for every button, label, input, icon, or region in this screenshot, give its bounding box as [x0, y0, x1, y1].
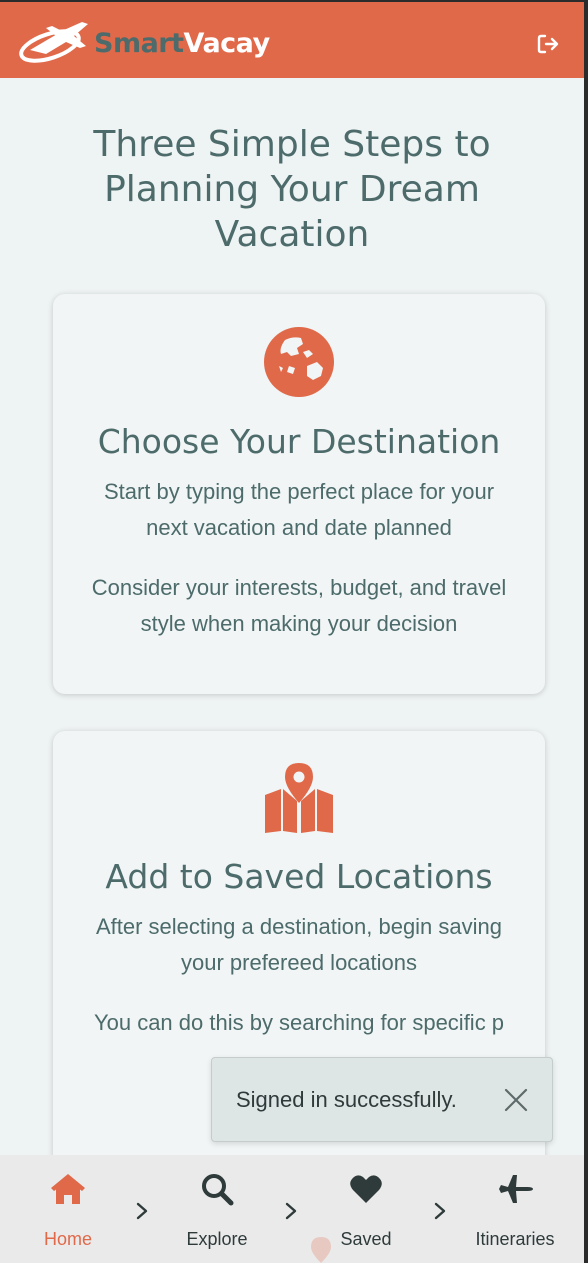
nav-item-explore[interactable]: Explore — [157, 1155, 277, 1263]
globe-icon — [264, 327, 334, 397]
nav-label: Itineraries — [475, 1229, 555, 1249]
step-title: Add to Saved Locations — [105, 857, 493, 896]
nav-label: Explore — [186, 1229, 248, 1249]
step-title: Choose Your Destination — [97, 422, 501, 461]
toast-close-button[interactable] — [502, 1086, 530, 1114]
airplane-logo-icon — [19, 22, 88, 63]
sign-out-icon — [537, 34, 559, 54]
chevron-right-icon — [136, 1202, 148, 1220]
chevron-right-icon — [285, 1202, 297, 1220]
step-text: Start by typing the perfect place for yo… — [103, 479, 495, 540]
heart-icon — [350, 1175, 382, 1203]
logo-text-smart: Smart — [94, 27, 184, 59]
nav-label: Home — [43, 1229, 92, 1249]
map-pin-icon — [311, 1237, 331, 1263]
app-frame: SmartVacay Three Simple Steps to Plannin… — [0, 0, 588, 1263]
step-text: After selecting a destination, begin sav… — [95, 914, 503, 975]
step-text: You can do this by searching for specifi… — [93, 1010, 505, 1035]
logo-text-vacay: Vacay — [183, 27, 271, 59]
toast-notification: Signed in successfully. — [211, 1057, 553, 1142]
logo[interactable]: SmartVacay — [16, 16, 270, 66]
nav-item-itineraries[interactable]: Itineraries — [455, 1155, 575, 1263]
bottom-nav: Home Explore Saved Itineraries — [0, 1155, 584, 1263]
main-content: Three Simple Steps to Planning Your Drea… — [0, 78, 584, 1155]
step-card-choose-destination: Choose Your Destination Start by typing … — [53, 294, 545, 694]
page-heading: Three Simple Steps to Planning Your Drea… — [93, 124, 491, 255]
logout-button[interactable] — [536, 32, 560, 56]
plane-icon — [499, 1175, 533, 1203]
top-bar: SmartVacay — [0, 0, 584, 78]
chevron-right-icon — [434, 1202, 446, 1220]
nav-item-home[interactable]: Home — [8, 1155, 128, 1263]
toast-message: Signed in successfully. — [236, 1087, 457, 1112]
map-location-icon — [265, 763, 333, 833]
step-text: Consider your interests, budget, and tra… — [91, 575, 507, 636]
close-icon — [504, 1088, 528, 1112]
home-icon — [51, 1174, 85, 1204]
logo-text: SmartVacay — [94, 28, 270, 59]
search-icon — [202, 1174, 234, 1206]
